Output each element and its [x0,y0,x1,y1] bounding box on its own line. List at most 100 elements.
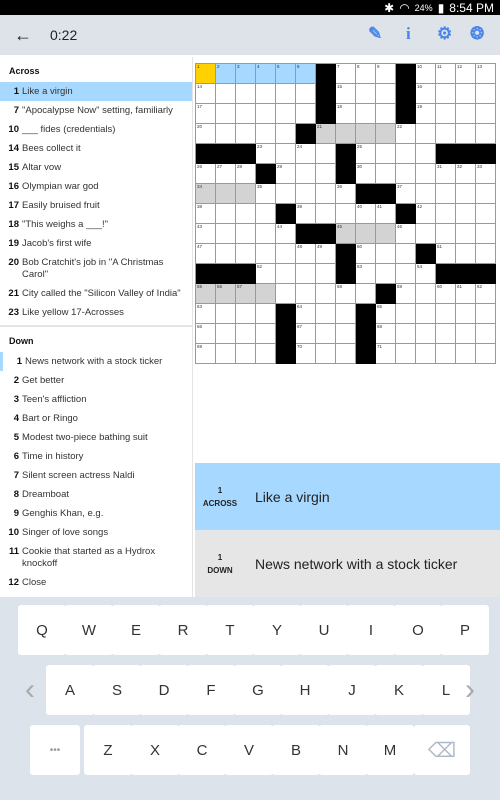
grid-cell[interactable] [396,304,416,324]
grid-cell[interactable] [456,244,476,264]
key-m[interactable]: M [366,725,414,775]
grid-cell[interactable]: 65 [376,304,396,324]
key-x[interactable]: X [131,725,179,775]
grid-cell[interactable] [436,344,456,364]
grid-cell[interactable] [456,324,476,344]
key-n[interactable]: N [319,725,367,775]
grid-cell[interactable] [416,344,436,364]
grid-cell[interactable]: 63 [196,304,216,324]
grid-cell[interactable] [276,244,296,264]
key-f[interactable]: F [187,665,235,715]
grid-cell[interactable] [436,324,456,344]
grid-cell[interactable] [456,104,476,124]
grid-cell[interactable]: 62 [476,284,496,304]
grid-cell[interactable] [256,124,276,144]
grid-cell[interactable]: 34 [196,184,216,204]
grid-cell[interactable]: 44 [276,224,296,244]
grid-cell[interactable]: 42 [416,204,436,224]
grid-cell[interactable] [256,284,276,304]
grid-cell[interactable] [216,344,236,364]
clue-down-4[interactable]: 4 Bart or Ringo [0,409,192,428]
grid-cell[interactable]: 68 [376,324,396,344]
clue-across-20[interactable]: 20 Bob Cratchit's job in "A Christmas Car… [0,253,192,284]
grid-cell[interactable]: 14 [196,84,216,104]
grid-cell[interactable] [356,224,376,244]
key-p[interactable]: P [441,605,489,655]
clue-down-10[interactable]: 10 Singer of love songs [0,523,192,542]
grid-cell[interactable]: 9 [376,64,396,84]
grid-cell[interactable] [436,184,456,204]
grid-cell[interactable]: 69 [196,344,216,364]
grid-cell[interactable] [436,84,456,104]
grid-cell[interactable] [376,264,396,284]
grid-cell[interactable] [316,324,336,344]
grid-cell[interactable]: 57 [236,284,256,304]
grid-cell[interactable]: 13 [476,64,496,84]
grid-cell[interactable] [276,184,296,204]
grid-cell[interactable] [456,344,476,364]
grid-cell[interactable]: 24 [296,144,316,164]
grid-cell[interactable] [456,124,476,144]
clue-down-9[interactable]: 9 Genghis Khan, e.g. [0,504,192,523]
grid-cell[interactable]: 56 [216,284,236,304]
grid-cell[interactable] [296,284,316,304]
grid-cell[interactable]: 58 [336,284,356,304]
key-c[interactable]: C [178,725,226,775]
clue-down-8[interactable]: 8 Dreamboat [0,485,192,504]
grid-cell[interactable] [356,104,376,124]
grid-cell[interactable]: 33 [476,164,496,184]
grid-cell[interactable]: 15 [336,84,356,104]
key-h[interactable]: H [281,665,329,715]
grid-cell[interactable] [416,124,436,144]
grid-cell[interactable]: 35 [256,184,276,204]
grid-cell[interactable] [216,204,236,224]
grid-cell[interactable]: 16 [416,84,436,104]
key-t[interactable]: T [206,605,254,655]
clue-across-7[interactable]: 7 "Apocalypse Now" setting, familiarly [0,101,192,120]
key-a[interactable]: A [46,665,94,715]
clue-across-16[interactable]: 16 Olympian war god [0,177,192,196]
grid-cell[interactable] [276,284,296,304]
grid-cell[interactable] [396,324,416,344]
puzzle-menu-icon[interactable]: ❂ [470,24,484,44]
clue-across-18[interactable]: 18 "This weighs a ___!" [0,215,192,234]
grid-cell[interactable] [316,284,336,304]
key-u[interactable]: U [300,605,348,655]
clue-list[interactable]: Across 1 Like a virgin 7 "Apocalypse Now" s… [0,57,193,597]
grid-cell[interactable] [216,104,236,124]
grid-cell[interactable] [396,264,416,284]
grid-cell[interactable] [336,124,356,144]
grid-cell[interactable] [316,184,336,204]
next-clue-key[interactable]: › [446,665,494,715]
grid-cell[interactable] [316,344,336,364]
grid-cell[interactable] [476,324,496,344]
key-z[interactable]: Z [84,725,132,775]
grid-cell[interactable] [236,304,256,324]
grid-cell[interactable] [256,304,276,324]
grid-cell[interactable] [476,124,496,144]
grid-cell[interactable] [436,204,456,224]
grid-cell[interactable]: 28 [236,164,256,184]
clue-down-12[interactable]: 12 Close [0,573,192,592]
key-w[interactable]: W [65,605,113,655]
grid-cell[interactable]: 46 [396,224,416,244]
key-s[interactable]: S [93,665,141,715]
grid-cell[interactable] [296,84,316,104]
grid-cell[interactable] [236,204,256,224]
grid-cell[interactable]: 26 [196,164,216,184]
grid-cell[interactable] [296,104,316,124]
grid-cell[interactable]: 67 [296,324,316,344]
grid-cell[interactable]: 20 [196,124,216,144]
grid-cell[interactable] [216,224,236,244]
grid-cell[interactable]: 71 [376,344,396,364]
grid-cell[interactable]: 61 [456,284,476,304]
grid-cell[interactable]: 66 [196,324,216,344]
grid-cell[interactable] [376,124,396,144]
grid-cell[interactable] [316,264,336,284]
grid-cell[interactable] [316,204,336,224]
grid-cell[interactable] [456,184,476,204]
grid-cell[interactable]: 22 [396,124,416,144]
grid-cell[interactable] [236,84,256,104]
key-y[interactable]: Y [253,605,301,655]
grid-cell[interactable] [436,104,456,124]
